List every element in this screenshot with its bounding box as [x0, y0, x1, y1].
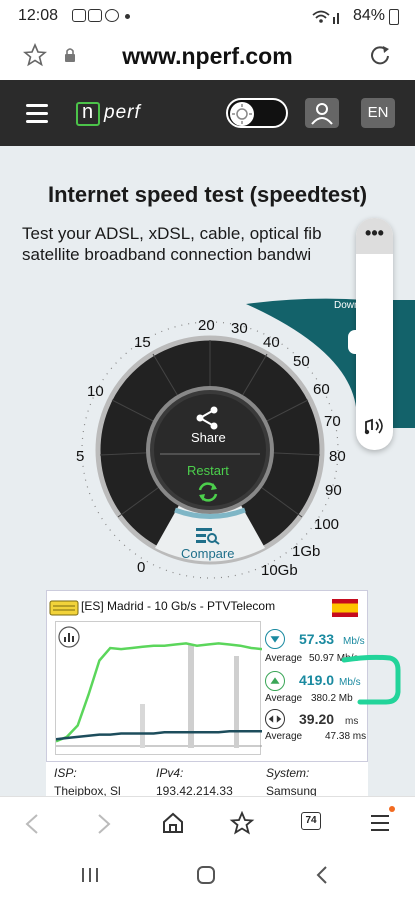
latency-average-value: 47.38 ms — [325, 731, 367, 742]
gauge-tick-80: 80 — [329, 448, 346, 465]
upload-arrow-icon — [265, 671, 285, 691]
gauge-tick-15: 15 — [134, 334, 151, 351]
more-notifications-icon — [125, 14, 130, 19]
download-average-label: Average — [265, 653, 303, 664]
gauge-tick-100: 100 — [314, 516, 340, 533]
system-label: System: — [266, 766, 310, 780]
gauge-tick-10: 10 — [87, 383, 104, 400]
menu-notification-dot — [389, 806, 395, 812]
status-bar: 12:08 84% — [0, 0, 415, 34]
spain-flag-icon — [332, 599, 358, 617]
download-arrow-icon — [265, 629, 285, 649]
gauge-tick-40: 40 — [263, 334, 280, 351]
promo-play-button[interactable] — [348, 330, 362, 354]
latency-icon — [265, 709, 285, 729]
annotation-stroke — [341, 654, 401, 705]
logo-letter[interactable]: n — [82, 101, 93, 124]
share-label: Share — [191, 430, 226, 445]
restart-label: Restart — [187, 463, 229, 478]
latency-value: 39.20 — [299, 711, 335, 727]
home-icon[interactable] — [161, 811, 185, 835]
speed-history-plot — [55, 642, 263, 748]
latency-average-label: Average — [265, 731, 303, 742]
page-subtitle-line-2: satellite broadband connection bandwi — [22, 245, 312, 264]
page-subtitle-line-1: Test your ADSL, xDSL, cable, optical fib — [22, 224, 322, 243]
ipv4-label: IPv4: — [156, 766, 184, 780]
server-name: [ES] Madrid - 10 Gb/s - PTVTelecom — [81, 599, 276, 613]
theme-toggle[interactable] — [226, 98, 288, 128]
download-value: 57.33 — [299, 631, 335, 647]
graph-series — [55, 642, 263, 743]
app-icon — [105, 9, 119, 22]
gauge-tick-1gb: 1Gb — [292, 543, 321, 560]
upload-value: 419.0 — [299, 672, 335, 688]
wifi-signal-icon — [312, 10, 339, 24]
status-time: 12:08 — [18, 7, 59, 24]
user-icon — [311, 103, 333, 125]
system-back-icon[interactable] — [315, 865, 329, 885]
back-arrow-icon[interactable] — [24, 813, 40, 835]
forward-arrow-icon[interactable] — [96, 813, 112, 835]
latency-unit: ms — [345, 716, 359, 727]
home-button-icon[interactable] — [196, 865, 216, 885]
gauge-tick-70: 70 — [324, 413, 341, 430]
battery-icon — [389, 9, 399, 25]
gauge-tick-0: 0 — [137, 559, 146, 576]
page-title: Internet speed test (speedtest) — [47, 182, 368, 207]
audio-icon[interactable] — [362, 414, 388, 438]
browser-toolbar — [0, 796, 415, 850]
gauge-tick-10gb: 10Gb — [261, 562, 298, 579]
download-speed-line — [55, 729, 262, 741]
tabs-button[interactable]: 74 — [301, 812, 321, 830]
more-options-icon[interactable]: ••• — [356, 218, 393, 254]
bookmarks-icon[interactable] — [229, 811, 255, 837]
share-icon — [196, 406, 218, 430]
gauge-tick-50: 50 — [293, 353, 310, 370]
compare-label: Compare — [181, 546, 235, 561]
annotation-bracket — [341, 654, 401, 705]
isp-label: ISP: — [54, 766, 77, 780]
upload-speed-line — [55, 642, 263, 743]
results-card: [ES] Madrid - 10 Gb/s - PTVTelecom 57.33… — [46, 590, 368, 762]
connection-info: ISP: Theipbox, Sl IPv4: 193.42.214.33 Sy… — [46, 762, 368, 798]
reload-icon[interactable] — [369, 44, 391, 66]
system-navigation-bar — [0, 850, 415, 900]
sun-icon — [230, 102, 254, 126]
gauge-tick-90: 90 — [325, 482, 342, 499]
gallery-icon — [88, 9, 102, 22]
download-unit: Mb/s — [343, 636, 365, 647]
server-icon — [49, 600, 79, 616]
chart-icon[interactable] — [58, 626, 80, 648]
logo-text[interactable]: perf — [104, 102, 141, 124]
battery-percent: 84% — [352, 7, 385, 24]
graph-spike-bar — [234, 656, 239, 748]
graph-spike-bar — [140, 704, 145, 748]
compare-icon — [196, 528, 220, 545]
notification-icon — [72, 9, 86, 22]
browser-url-bar: www.nperf.com — [0, 34, 415, 78]
gauge-tick-30: 30 — [231, 320, 248, 337]
address-field[interactable]: www.nperf.com — [0, 43, 415, 70]
language-button[interactable]: EN — [361, 98, 395, 128]
account-button[interactable] — [305, 98, 339, 128]
speed-history-graph — [55, 621, 263, 755]
gauge-tick-60: 60 — [313, 381, 330, 398]
gauge-tick-20: 20 — [198, 317, 215, 334]
gauge-tick-5: 5 — [76, 448, 85, 465]
restart-icon — [198, 482, 218, 502]
site-header: n perf — [0, 80, 415, 146]
upload-average-label: Average — [265, 693, 303, 704]
menu-icon[interactable] — [370, 813, 392, 833]
recent-apps-icon[interactable] — [80, 866, 100, 884]
